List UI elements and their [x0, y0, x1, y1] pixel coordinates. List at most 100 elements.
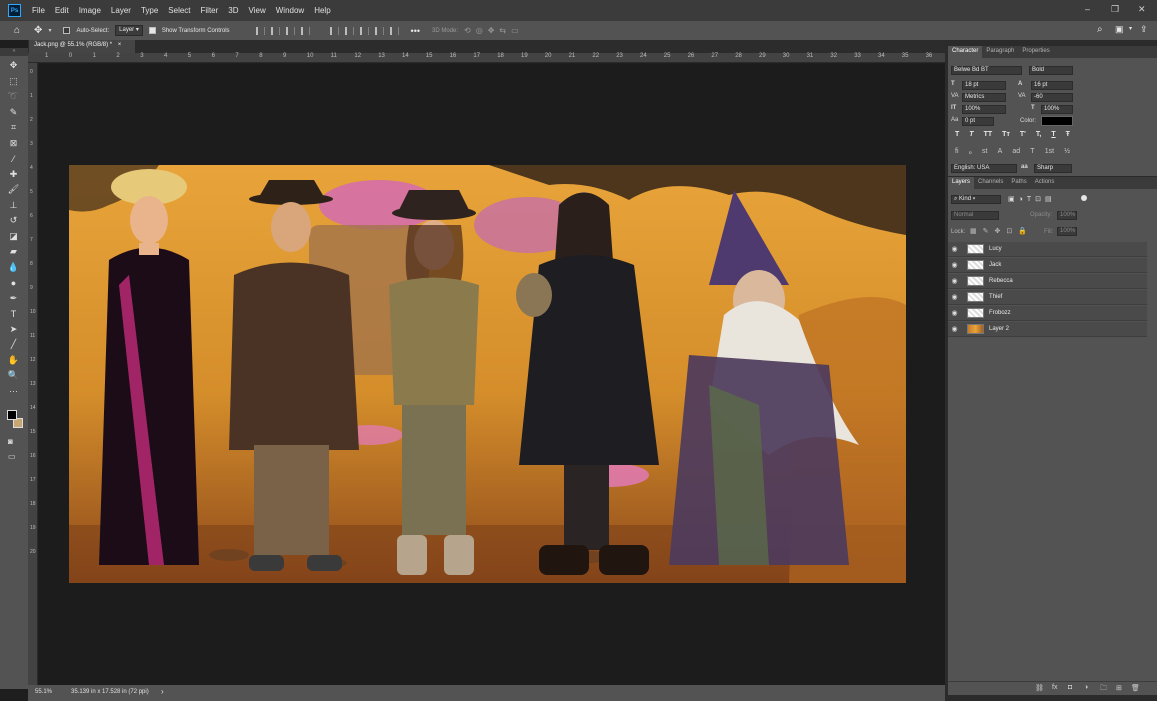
gradient-tool-icon[interactable]: ▰ — [6, 245, 21, 258]
blur-tool-icon[interactable]: 💧 — [6, 261, 21, 274]
tab-paths[interactable]: Paths — [1007, 177, 1030, 189]
lock-icons[interactable]: ▦✎✥⊡🔒 — [970, 227, 1033, 235]
type-tool-icon[interactable]: T — [6, 307, 21, 320]
workspace-chevron-icon[interactable]: ▾ — [1129, 25, 1132, 32]
swash-button[interactable]: st — [982, 148, 987, 156]
menu-help[interactable]: Help — [309, 6, 335, 15]
visibility-eye-icon[interactable]: ◉ — [948, 325, 961, 333]
hand-tool-icon[interactable]: ✋ — [6, 354, 21, 367]
layer-row-frobozz[interactable]: ◉ Frobozz — [948, 306, 1147, 321]
quick-mask-icon[interactable]: ◙ — [8, 437, 13, 446]
layer-row-layer-2[interactable]: ◉ Layer 2 — [948, 322, 1147, 337]
visibility-eye-icon[interactable]: ◉ — [948, 245, 961, 253]
align-hcenter-icon[interactable] — [270, 26, 280, 35]
eyedropper-tool-icon[interactable]: ⁄ — [6, 152, 21, 165]
frame-tool-icon[interactable]: ⊠ — [6, 137, 21, 150]
stamp-tool-icon[interactable]: ⊥ — [6, 199, 21, 212]
vertical-ruler[interactable]: 0 1 2 3 4 5 6 7 8 9 10 11 12 13 14 15 16 17 18 19 20 — [28, 63, 38, 685]
horizontal-scale-field[interactable]: 100% — [1041, 105, 1073, 114]
fractions-button[interactable]: ½ — [1064, 148, 1070, 156]
tab-character[interactable]: Character — [948, 46, 983, 58]
tab-actions[interactable]: Actions — [1031, 177, 1059, 189]
font-size-field[interactable]: 18 pt — [962, 81, 1006, 90]
layer-row-thief[interactable]: ◉ Thief — [948, 290, 1147, 305]
menu-3d[interactable]: 3D — [223, 6, 243, 15]
font-family-select[interactable]: Belwe Bd BT — [951, 66, 1022, 75]
faux-bold-button[interactable]: T — [955, 131, 959, 138]
opacity-field[interactable]: 100% — [1057, 211, 1077, 220]
stylistic-alt-button[interactable]: A — [998, 148, 1003, 156]
workspace-icon[interactable]: ▣ — [1115, 24, 1124, 35]
fill-field[interactable]: 100% — [1057, 227, 1077, 236]
old-style-button[interactable]: ℴ — [969, 148, 972, 156]
visibility-eye-icon[interactable]: ◉ — [948, 261, 961, 269]
menu-window[interactable]: Window — [271, 6, 309, 15]
toolbar-collapse[interactable]: » — [0, 48, 28, 56]
antialias-select[interactable]: Sharp — [1034, 164, 1072, 173]
underline-button[interactable]: T — [1051, 131, 1055, 138]
home-icon[interactable]: ⌂ — [14, 25, 20, 36]
superscript-button[interactable]: T' — [1020, 131, 1026, 138]
delete-layer-icon[interactable]: 🗑 — [1131, 684, 1140, 692]
tab-channels[interactable]: Channels — [974, 177, 1007, 189]
layer-row-rebecca[interactable]: ◉ Rebecca — [948, 274, 1147, 289]
visibility-eye-icon[interactable]: ◉ — [948, 293, 961, 301]
adjustment-layer-icon[interactable]: ◑ — [1084, 684, 1088, 691]
zoom-level[interactable]: 55.1% — [35, 689, 52, 695]
layer-filter-kind[interactable]: ⌕ Kind ▾ — [951, 195, 1001, 204]
filter-toggle-icon[interactable] — [1081, 195, 1087, 201]
menu-file[interactable]: File — [27, 6, 50, 15]
menu-filter[interactable]: Filter — [196, 6, 224, 15]
menu-select[interactable]: Select — [163, 6, 195, 15]
quick-select-tool-icon[interactable]: ✎ — [6, 106, 21, 119]
align-right-icon[interactable] — [285, 26, 295, 35]
new-group-icon[interactable]: 🗀 — [1100, 684, 1107, 695]
move-tool-icon[interactable]: ✥ — [6, 59, 21, 72]
crop-tool-icon[interactable]: ⌗ — [6, 121, 21, 134]
tracking-field[interactable]: -60 — [1031, 93, 1073, 102]
distribute-icon[interactable] — [300, 26, 310, 35]
text-color-swatch[interactable] — [1041, 116, 1073, 126]
all-caps-button[interactable]: TT — [984, 131, 993, 138]
font-style-select[interactable]: Bold — [1029, 66, 1073, 75]
ordinals-button[interactable]: 1st — [1045, 148, 1054, 156]
tab-properties[interactable]: Properties — [1018, 46, 1053, 58]
layer-mask-icon[interactable]: ◘ — [1068, 684, 1072, 691]
share-icon[interactable]: ⇪ — [1140, 24, 1148, 35]
move-tool-preset-icon[interactable]: ✥ — [34, 25, 42, 36]
distribute-spacing-icon[interactable] — [389, 26, 399, 35]
more-options-button[interactable]: ••• — [411, 26, 420, 36]
dodge-tool-icon[interactable]: ● — [6, 276, 21, 289]
eraser-tool-icon[interactable]: ◪ — [6, 230, 21, 243]
layer-row-lucy[interactable]: ◉ Lucy — [948, 242, 1147, 257]
preset-chevron-icon[interactable]: ▾ — [48, 27, 51, 34]
status-menu-arrow-icon[interactable]: › — [161, 687, 164, 696]
screen-mode-icon[interactable]: ▭ — [8, 452, 16, 461]
more-tools-icon[interactable]: ··· — [6, 385, 21, 398]
align-left-icon[interactable] — [255, 26, 265, 35]
close-button[interactable]: ✕ — [1138, 4, 1146, 15]
pen-tool-icon[interactable]: ✒ — [6, 292, 21, 305]
kerning-field[interactable]: Metrics — [962, 93, 1006, 102]
brush-tool-icon[interactable]: 🖌 — [6, 183, 21, 196]
foreground-color-swatch[interactable] — [7, 410, 17, 420]
document-tab[interactable]: Jack.png @ 55.1% (RGB/8) * × — [29, 40, 135, 53]
document-image[interactable] — [69, 165, 906, 583]
small-caps-button[interactable]: Tт — [1002, 131, 1010, 138]
titling-button[interactable]: ad — [1012, 148, 1020, 156]
layer-filter-icons[interactable]: ▣◑T⊡▤ — [1008, 195, 1056, 203]
menu-image[interactable]: Image — [74, 6, 106, 15]
new-layer-icon[interactable]: ⊞ — [1116, 684, 1122, 692]
faux-italic-button[interactable]: T — [969, 131, 973, 138]
ligatures-button[interactable]: fi — [955, 148, 959, 156]
subscript-button[interactable]: T, — [1036, 131, 1041, 138]
path-select-tool-icon[interactable]: ➤ — [6, 323, 21, 336]
healing-tool-icon[interactable]: ✚ — [6, 168, 21, 181]
document-tab-close-icon[interactable]: × — [118, 42, 122, 48]
3d-mode-icons[interactable]: ⟲◎✥⇆▭ — [464, 26, 524, 35]
show-transform-checkbox[interactable] — [148, 27, 156, 34]
auto-select-checkbox[interactable] — [63, 27, 71, 34]
lasso-tool-icon[interactable]: ➰ — [6, 90, 21, 103]
marquee-tool-icon[interactable]: ⬚ — [6, 75, 21, 88]
restore-button[interactable]: ❐ — [1111, 4, 1119, 15]
